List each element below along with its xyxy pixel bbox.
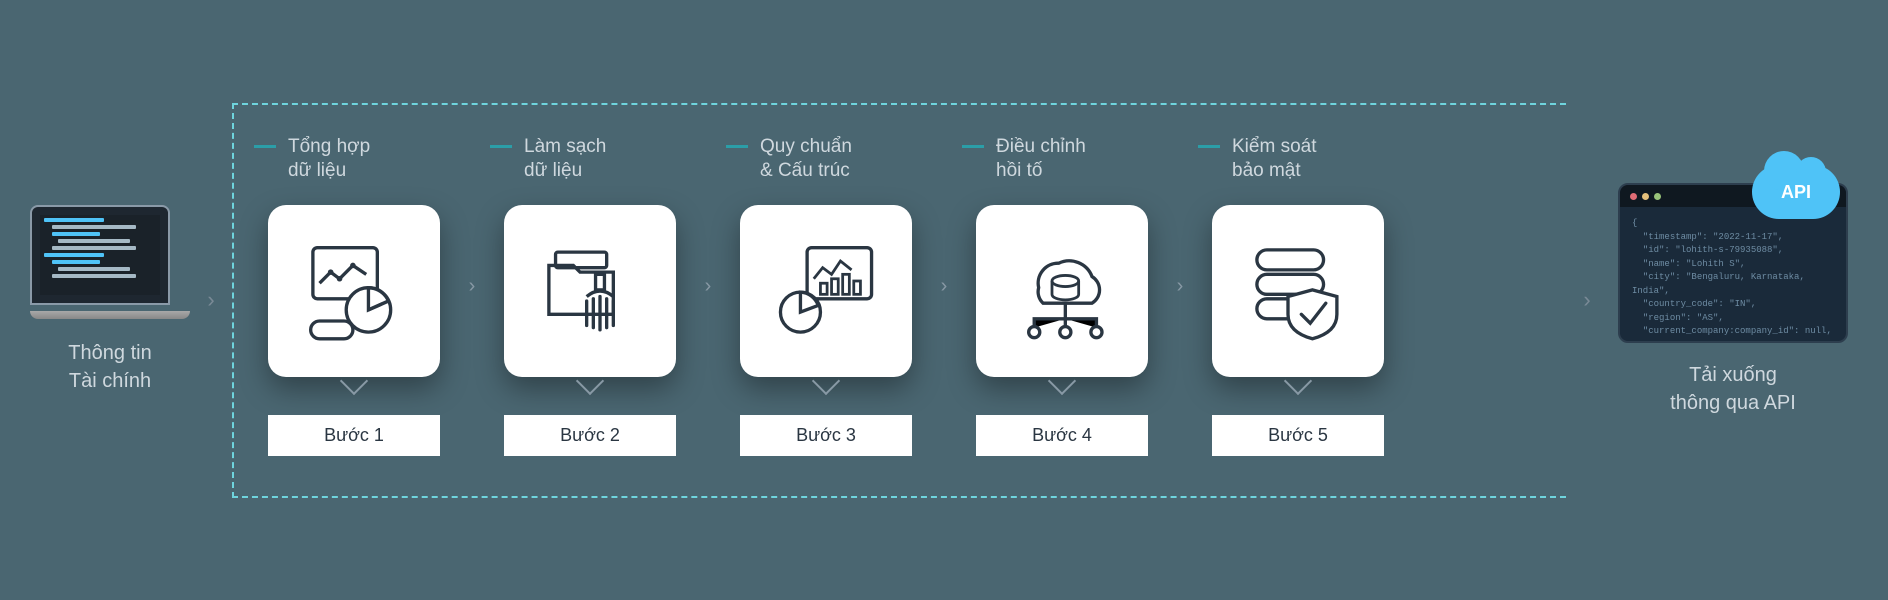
step-card bbox=[976, 205, 1148, 377]
pipeline-diagram: Thông tin Tài chính › Tổng hợp dữ liệu B… bbox=[0, 0, 1888, 600]
api-cloud-icon: API bbox=[1752, 165, 1840, 219]
input-label: Thông tin Tài chính bbox=[68, 339, 151, 395]
output-section: API { "timestamp": "2022-11-17", "id": "… bbox=[1608, 183, 1858, 417]
step-marker bbox=[1198, 145, 1220, 148]
step-badge: Bước 4 bbox=[976, 415, 1148, 456]
clean-folder-icon bbox=[540, 241, 640, 341]
step-badge: Bước 3 bbox=[740, 415, 912, 456]
step-4: Điều chỉnh hồi tố Bước 4 bbox=[962, 135, 1162, 456]
step-5: Kiểm soát bảo mật Bước 5 bbox=[1198, 135, 1398, 456]
laptop-icon bbox=[30, 205, 190, 319]
step-3: Quy chuẩn & Cấu trúc Bước 3 bbox=[726, 135, 926, 456]
step-marker bbox=[490, 145, 512, 148]
shield-stack-icon bbox=[1248, 241, 1348, 341]
step-badge: Bước 2 bbox=[504, 415, 676, 456]
step-card bbox=[268, 205, 440, 377]
step-title: Quy chuẩn & Cấu trúc bbox=[760, 135, 852, 184]
arrow-icon: › bbox=[690, 275, 726, 298]
input-section: Thông tin Tài chính bbox=[30, 205, 190, 395]
step-marker bbox=[962, 145, 984, 148]
arrow-icon: › bbox=[926, 275, 962, 298]
step-card bbox=[1212, 205, 1384, 377]
step-badge: Bước 5 bbox=[1212, 415, 1384, 456]
step-2: Làm sạch dữ liệu Bước 2 bbox=[490, 135, 690, 456]
step-title: Kiểm soát bảo mật bbox=[1232, 135, 1316, 184]
step-card bbox=[740, 205, 912, 377]
step-marker bbox=[726, 145, 748, 148]
step-title: Tổng hợp dữ liệu bbox=[288, 135, 370, 184]
step-card bbox=[504, 205, 676, 377]
arrow-icon: › bbox=[1572, 287, 1602, 313]
output-label: Tải xuống thông qua API bbox=[1670, 361, 1796, 417]
arrow-icon: › bbox=[196, 287, 226, 313]
step-1: Tổng hợp dữ liệu Bước 1 bbox=[254, 135, 454, 456]
process-container: Tổng hợp dữ liệu Bước 1 › Làm sạch dữ li… bbox=[232, 103, 1566, 498]
arrow-icon: › bbox=[1162, 275, 1198, 298]
arrow-icon: › bbox=[454, 275, 490, 298]
cloud-network-icon bbox=[1012, 241, 1112, 341]
step-title: Làm sạch dữ liệu bbox=[524, 135, 606, 184]
chart-pie-icon bbox=[304, 241, 404, 341]
step-title: Điều chỉnh hồi tố bbox=[996, 135, 1086, 184]
step-marker bbox=[254, 145, 276, 148]
bar-graph-icon bbox=[776, 241, 876, 341]
step-badge: Bước 1 bbox=[268, 415, 440, 456]
